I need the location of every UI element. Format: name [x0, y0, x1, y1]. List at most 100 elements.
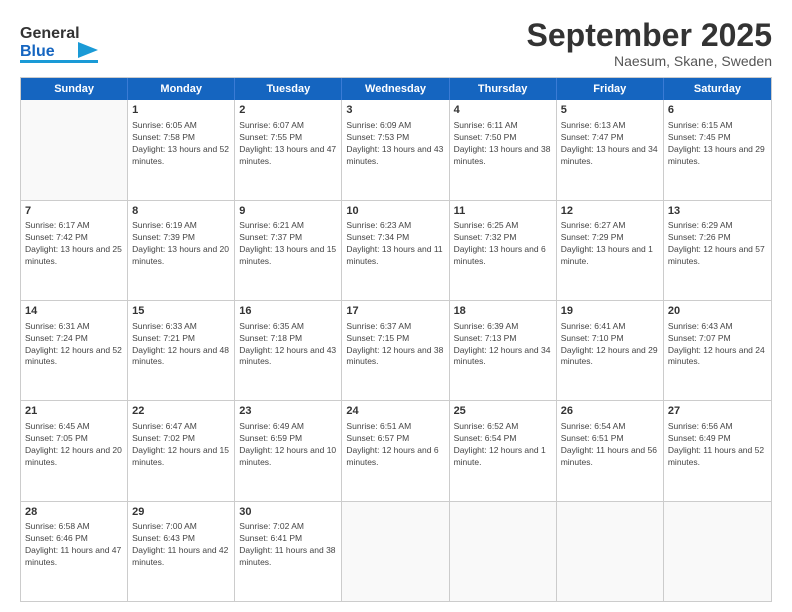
title-block: September 2025 Naesum, Skane, Sweden [527, 18, 772, 69]
calendar-cell: 1 Sunrise: 6:05 AMSunset: 7:58 PMDaylight… [128, 100, 235, 199]
day-number: 5 [561, 103, 659, 118]
calendar-cell: 4Sunrise: 6:11 AMSunset: 7:50 PMDaylight… [450, 100, 557, 199]
cell-details: Sunrise: 6:47 AMSunset: 7:02 PMDaylight:… [132, 421, 230, 469]
calendar-cell: 10Sunrise: 6:23 AMSunset: 7:34 PMDayligh… [342, 201, 449, 300]
cell-details: Sunrise: 6:58 AMSunset: 6:46 PMDaylight:… [25, 521, 123, 569]
calendar-cell [21, 100, 128, 199]
cell-details: Sunrise: 7:00 AMSunset: 6:43 PMDaylight:… [132, 521, 230, 569]
calendar: SundayMondayTuesdayWednesdayThursdayFrid… [20, 77, 772, 602]
cell-details: Sunrise: 6:31 AMSunset: 7:24 PMDaylight:… [25, 321, 123, 369]
day-number: 9 [239, 204, 337, 219]
cell-details: Sunrise: 6:39 AMSunset: 7:13 PMDaylight:… [454, 321, 552, 369]
cell-details: Sunrise: 6:43 AMSunset: 7:07 PMDaylight:… [668, 321, 767, 369]
cell-details: Sunrise: 6:15 AMSunset: 7:45 PMDaylight:… [668, 120, 767, 168]
calendar-header: SundayMondayTuesdayWednesdayThursdayFrid… [21, 78, 771, 100]
calendar-cell: 16 Sunrise: 6:35 AMSunset: 7:18 PMDayligh… [235, 301, 342, 400]
day-number: 8 [132, 204, 230, 219]
day-number: 3 [346, 103, 444, 118]
cell-details: Sunrise: 6:33 AMSunset: 7:21 PMDaylight:… [132, 321, 230, 369]
day-number: 10 [346, 204, 444, 219]
day-number: 29 [132, 505, 230, 520]
calendar-cell [664, 502, 771, 601]
svg-text:General: General [20, 25, 80, 42]
calendar-row: 1 Sunrise: 6:05 AMSunset: 7:58 PMDaylight… [21, 100, 771, 200]
weekday-header: Wednesday [342, 78, 449, 100]
cell-details: Sunrise: 6:56 AMSunset: 6:49 PMDaylight:… [668, 421, 767, 469]
cell-details: Sunrise: 6:27 AMSunset: 7:29 PMDaylight:… [561, 220, 659, 268]
calendar-cell [557, 502, 664, 601]
cell-details: Sunrise: 6:09 AMSunset: 7:53 PMDaylight:… [346, 120, 444, 168]
cell-details: Sunrise: 6:52 AMSunset: 6:54 PMDaylight:… [454, 421, 552, 469]
cell-details: Sunrise: 6:54 AMSunset: 6:51 PMDaylight:… [561, 421, 659, 469]
calendar-row: 7Sunrise: 6:17 AMSunset: 7:42 PMDaylight… [21, 201, 771, 301]
calendar-cell: 11Sunrise: 6:25 AMSunset: 7:32 PMDayligh… [450, 201, 557, 300]
calendar-row: 28Sunrise: 6:58 AMSunset: 6:46 PMDayligh… [21, 502, 771, 601]
cell-details: Sunrise: 6:05 AMSunset: 7:58 PMDaylight:… [132, 120, 230, 168]
cell-details: Sunrise: 6:49 AMSunset: 6:59 PMDaylight:… [239, 421, 337, 469]
calendar-cell: 28Sunrise: 6:58 AMSunset: 6:46 PMDayligh… [21, 502, 128, 601]
cell-details: Sunrise: 6:23 AMSunset: 7:34 PMDaylight:… [346, 220, 444, 268]
cell-details: Sunrise: 6:37 AMSunset: 7:15 PMDaylight:… [346, 321, 444, 369]
day-number: 1 [132, 103, 230, 118]
weekday-header: Saturday [664, 78, 771, 100]
calendar-cell: 25 Sunrise: 6:52 AMSunset: 6:54 PMDayligh… [450, 401, 557, 500]
calendar-cell: 22 Sunrise: 6:47 AMSunset: 7:02 PMDayligh… [128, 401, 235, 500]
calendar-cell: 30Sunrise: 7:02 AMSunset: 6:41 PMDayligh… [235, 502, 342, 601]
day-number: 16 [239, 304, 337, 319]
header: General Blue September 2025 Naesum, Skan… [20, 18, 772, 69]
weekday-header: Friday [557, 78, 664, 100]
calendar-cell: 18Sunrise: 6:39 AMSunset: 7:13 PMDayligh… [450, 301, 557, 400]
day-number: 26 [561, 404, 659, 419]
calendar-cell: 14 Sunrise: 6:31 AMSunset: 7:24 PMDayligh… [21, 301, 128, 400]
cell-details: Sunrise: 6:07 AMSunset: 7:55 PMDaylight:… [239, 120, 337, 168]
day-number: 28 [25, 505, 123, 520]
weekday-header: Thursday [450, 78, 557, 100]
weekday-header: Tuesday [235, 78, 342, 100]
day-number: 11 [454, 204, 552, 219]
cell-details: Sunrise: 6:19 AMSunset: 7:39 PMDaylight:… [132, 220, 230, 268]
day-number: 4 [454, 103, 552, 118]
calendar-cell: 27 Sunrise: 6:56 AMSunset: 6:49 PMDayligh… [664, 401, 771, 500]
calendar-cell: 8Sunrise: 6:19 AMSunset: 7:39 PMDaylight… [128, 201, 235, 300]
calendar-cell: 24Sunrise: 6:51 AMSunset: 6:57 PMDayligh… [342, 401, 449, 500]
cell-details: Sunrise: 6:29 AMSunset: 7:26 PMDaylight:… [668, 220, 767, 268]
cell-details: Sunrise: 6:13 AMSunset: 7:47 PMDaylight:… [561, 120, 659, 168]
day-number: 17 [346, 304, 444, 319]
cell-details: Sunrise: 6:17 AMSunset: 7:42 PMDaylight:… [25, 220, 123, 268]
weekday-header: Sunday [21, 78, 128, 100]
calendar-cell: 2 Sunrise: 6:07 AMSunset: 7:55 PMDaylight… [235, 100, 342, 199]
cell-details: Sunrise: 6:45 AMSunset: 7:05 PMDaylight:… [25, 421, 123, 469]
calendar-cell: 23 Sunrise: 6:49 AMSunset: 6:59 PMDayligh… [235, 401, 342, 500]
calendar-cell: 19Sunrise: 6:41 AMSunset: 7:10 PMDayligh… [557, 301, 664, 400]
month-title: September 2025 [527, 18, 772, 53]
logo-svg: General Blue [20, 18, 110, 68]
svg-text:Blue: Blue [20, 43, 55, 60]
calendar-cell: 13Sunrise: 6:29 AMSunset: 7:26 PMDayligh… [664, 201, 771, 300]
day-number: 21 [25, 404, 123, 419]
day-number: 22 [132, 404, 230, 419]
calendar-cell [342, 502, 449, 601]
day-number: 6 [668, 103, 767, 118]
cell-details: Sunrise: 6:51 AMSunset: 6:57 PMDaylight:… [346, 421, 444, 469]
day-number: 14 [25, 304, 123, 319]
cell-details: Sunrise: 6:25 AMSunset: 7:32 PMDaylight:… [454, 220, 552, 268]
day-number: 13 [668, 204, 767, 219]
calendar-cell [450, 502, 557, 601]
cell-details: Sunrise: 7:02 AMSunset: 6:41 PMDaylight:… [239, 521, 337, 569]
day-number: 2 [239, 103, 337, 118]
day-number: 20 [668, 304, 767, 319]
weekday-header: Monday [128, 78, 235, 100]
calendar-cell: 20 Sunrise: 6:43 AMSunset: 7:07 PMDayligh… [664, 301, 771, 400]
calendar-cell: 6 Sunrise: 6:15 AMSunset: 7:45 PMDaylight… [664, 100, 771, 199]
cell-details: Sunrise: 6:35 AMSunset: 7:18 PMDaylight:… [239, 321, 337, 369]
day-number: 27 [668, 404, 767, 419]
calendar-cell: 17 Sunrise: 6:37 AMSunset: 7:15 PMDayligh… [342, 301, 449, 400]
day-number: 23 [239, 404, 337, 419]
logo: General Blue [20, 18, 110, 68]
day-number: 25 [454, 404, 552, 419]
day-number: 15 [132, 304, 230, 319]
calendar-body: 1 Sunrise: 6:05 AMSunset: 7:58 PMDaylight… [21, 100, 771, 601]
day-number: 30 [239, 505, 337, 520]
calendar-row: 14 Sunrise: 6:31 AMSunset: 7:24 PMDayligh… [21, 301, 771, 401]
calendar-cell: 5 Sunrise: 6:13 AMSunset: 7:47 PMDaylight… [557, 100, 664, 199]
